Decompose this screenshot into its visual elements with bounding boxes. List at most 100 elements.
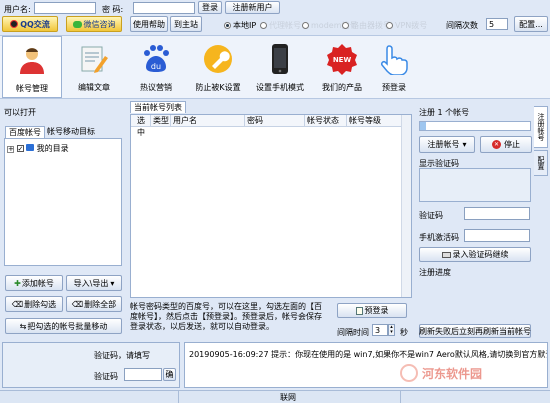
tool-edit-article[interactable]: 编辑文章 [64,36,124,98]
baidu-icon: du [139,42,173,76]
radio-icon [386,22,393,29]
eraser-icon: ⌫ [71,299,84,309]
tool-anti-k-settings[interactable]: 防止被K设置 [188,36,248,98]
tree-root-label: 我的目录 [36,144,69,153]
radio-icon [260,22,267,29]
username-input[interactable] [34,2,96,14]
stop-label: 停止 [504,140,520,149]
add-account-button[interactable]: ✚ 添加帐号 [5,275,63,291]
radio-icon [224,22,231,29]
import-export-button[interactable]: 导入\导出 ▾ [66,275,122,291]
captcha-confirm-button[interactable]: 确 [163,368,176,381]
edit-article-icon [77,42,111,76]
tool-label: 防止被K设置 [195,83,241,92]
svg-text:NEW: NEW [333,56,352,64]
tab-move-target[interactable]: 帐号移动目标 [44,126,98,138]
delete-checked-button[interactable]: ⌫ 删除勾选 [5,296,63,312]
log-line: 20190905-16:09:27 提示：你现在使用的是 win7,如果你不是w… [189,350,547,359]
tool-account-manage[interactable]: 帐号管理 [2,36,62,98]
enter-captcha-label: 录入验证码继续 [452,250,509,259]
local-ip-option[interactable]: 本地IP [224,20,256,31]
wrench-icon [201,42,235,76]
side-tab-config[interactable]: 配置 [534,150,548,176]
tool-hot-marketing[interactable]: du 热议营销 [126,36,186,98]
interval-count-label: 间隔次数 [446,21,478,30]
col-selected[interactable]: 选中 [135,115,151,137]
register-account-label: 注册帐号 [427,140,460,149]
tool-label: 设置手机模式 [256,83,304,92]
interval-spinner[interactable]: ▴ ▾ [388,324,395,336]
login-button[interactable]: 登录 [198,1,222,14]
interval-count-input[interactable] [486,18,508,30]
batch-move-label: 把勾选的帐号批量移动 [27,321,108,331]
stop-button[interactable]: ✕ 停止 [480,136,532,153]
tab-baidu-accounts[interactable]: 百度帐号 [5,126,45,138]
account-tree: + ✓ 我的目录 [4,138,122,266]
radio-icon [302,22,309,29]
captcha-entry-panel [2,342,180,388]
table-header: 选中 类型 用户名 密码 帐号状态 帐号等级 [131,115,411,137]
enter-captcha-button[interactable]: 录入验证码继续 [419,247,531,262]
dropdown-icon: ▾ [110,278,115,288]
import-export-label: 导入\导出 [73,278,109,288]
checkbox-icon[interactable]: ✓ [16,145,24,153]
router-option[interactable]: 路由器拨号 [342,20,391,31]
tool-label: 预登录 [382,83,406,92]
captcha-image-area [419,168,531,202]
col-account-status[interactable]: 帐号状态 [305,115,347,127]
col-password[interactable]: 密码 [245,115,305,127]
password-input[interactable] [133,2,195,14]
table-scrollbar[interactable] [401,115,411,297]
interval-unit-label: 秒 [400,328,408,337]
tool-label: 帐号管理 [16,84,48,93]
password-label: 密 码: [102,5,124,14]
wechat-consult-button[interactable]: 微信咨询 [66,16,122,32]
add-icon: ✚ [14,278,21,288]
delete-all-label: 删除全部 [84,299,117,309]
tree-root-node[interactable]: + ✓ 我的目录 [7,143,69,154]
expand-icon[interactable]: + [7,146,14,153]
col-username[interactable]: 用户名 [171,115,245,127]
status-divider [400,391,401,403]
tool-our-products[interactable]: NEW 我们的产品 [312,36,372,98]
tool-phone-mode[interactable]: 设置手机模式 [250,36,310,98]
phone-code-input[interactable] [464,229,530,242]
side-tab-register[interactable]: 注册帐号 [534,106,548,148]
vpn-label: VPN拨号 [395,21,428,30]
qq-chat-button[interactable]: QQ交流 [2,16,58,32]
bottom-captcha-label: 验证码 [94,372,118,381]
col-type[interactable]: 类型 [151,115,171,127]
account-manage-icon [15,43,49,77]
local-ip-label: 本地IP [233,21,257,30]
tab-current-accounts[interactable]: 当前帐号列表 [130,101,186,113]
bottom-captcha-input[interactable] [124,368,162,381]
phone-icon [263,42,297,76]
proxy-option[interactable]: 代理帐号 [260,20,301,31]
hand-pointer-icon [377,42,411,76]
watermark: 河东软件园 [400,360,540,386]
svg-text:du: du [151,62,161,71]
keyboard-icon [441,251,451,258]
tool-label: 热议营销 [140,83,172,92]
batch-move-button[interactable]: ⇆ 把勾选的帐号批量移动 [5,318,122,334]
wechat-icon [72,20,82,28]
refresh-on-fail-button[interactable]: 刷新失败后立刻再刷新当前帐号 [419,324,531,338]
register-account-button[interactable]: 注册帐号 ▾ [419,136,475,153]
stop-icon: ✕ [492,140,501,149]
watermark-logo-icon [400,364,418,382]
prelogin-button[interactable]: 预登录 [337,303,407,318]
help-button[interactable]: 使用帮助 [130,16,168,32]
username-label: 用户名: [4,5,31,14]
vpn-option[interactable]: VPN拨号 [386,20,427,31]
config-button[interactable]: 配置... [514,16,548,32]
interval-time-input[interactable] [372,324,388,336]
tool-prelogin[interactable]: 预登录 [364,36,424,98]
move-icon: ⇆ [19,321,27,331]
col-account-level[interactable]: 帐号等级 [347,115,397,127]
tool-label: 编辑文章 [78,83,110,92]
captcha-input[interactable] [464,207,530,220]
home-site-button[interactable]: 到主站 [170,16,202,32]
register-user-button[interactable]: 注册新用户 [225,1,280,14]
delete-all-button[interactable]: ⌫ 删除全部 [66,296,122,312]
progress-fill [420,122,426,130]
